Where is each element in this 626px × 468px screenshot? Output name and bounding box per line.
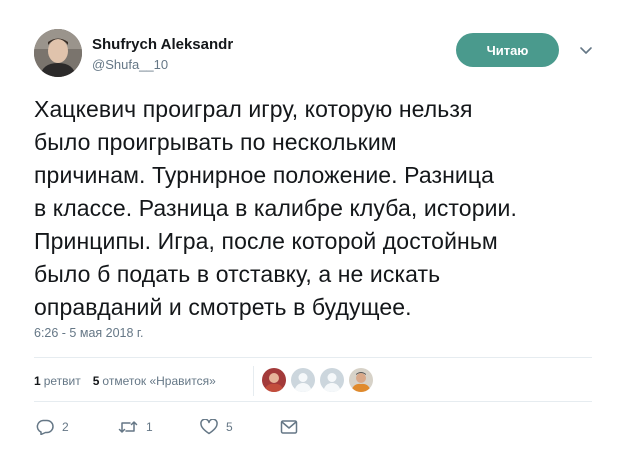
stats-separator bbox=[253, 366, 254, 396]
tweet-line: было б подать в отставку, а не искать bbox=[34, 261, 441, 287]
likes-stat[interactable]: 5 отметок «Нравится» bbox=[93, 374, 216, 388]
liker-avatar-default[interactable] bbox=[291, 368, 315, 392]
liker-avatar[interactable] bbox=[349, 368, 373, 392]
direct-message-button[interactable] bbox=[280, 419, 298, 435]
author-handle[interactable]: @Shufa__10 bbox=[92, 57, 168, 72]
tweet-line: причинам. Турнирное положение. Разница bbox=[34, 162, 495, 188]
likers-avatars bbox=[262, 368, 378, 392]
tweet-line: Хацкевич проиграл игру, которую нельзя bbox=[34, 96, 473, 122]
retweets-stat-count: 1 bbox=[34, 374, 41, 388]
author-avatar[interactable] bbox=[34, 29, 82, 77]
tweet-stats: 1 ретвит 5 отметок «Нравится» bbox=[34, 374, 228, 388]
retweets-stat[interactable]: 1 ретвит bbox=[34, 374, 81, 388]
reply-button[interactable]: 2 bbox=[36, 419, 118, 435]
tweet-timestamp[interactable]: 6:26 - 5 мая 2018 г. bbox=[34, 326, 143, 340]
heart-icon bbox=[200, 419, 218, 435]
tweet-line: Принципы. Игра, после которой достойньм bbox=[34, 228, 498, 254]
retweet-button[interactable]: 1 bbox=[118, 419, 200, 435]
likes-stat-label: отметок «Нравится» bbox=[102, 374, 216, 388]
reply-count: 2 bbox=[62, 420, 69, 434]
divider bbox=[34, 357, 592, 358]
like-count: 5 bbox=[226, 420, 233, 434]
liker-avatar[interactable] bbox=[262, 368, 286, 392]
retweet-icon bbox=[118, 419, 138, 435]
retweets-stat-label: ретвит bbox=[43, 374, 81, 388]
caret-down-icon[interactable] bbox=[578, 42, 594, 58]
divider bbox=[34, 401, 592, 402]
follow-button[interactable]: Читаю bbox=[456, 33, 559, 67]
message-icon bbox=[280, 419, 298, 435]
tweet-line: было проигрывать по нескольким bbox=[34, 129, 397, 155]
likes-stat-count: 5 bbox=[92, 374, 100, 388]
reply-icon bbox=[36, 419, 54, 435]
tweet-text: Хацкевич проиграл игру, которую нельзя б… bbox=[34, 93, 609, 324]
author-name[interactable]: Shufrych Aleksandr bbox=[92, 36, 233, 53]
liker-avatar-default[interactable] bbox=[320, 368, 344, 392]
tweet-actions: 2 1 5 bbox=[36, 419, 298, 435]
like-button[interactable]: 5 bbox=[200, 419, 280, 435]
tweet-line: в классе. Разница в калибре клуба, истор… bbox=[34, 195, 517, 221]
tweet-line: оправданий и смотреть в будущее. bbox=[34, 294, 412, 320]
retweet-count: 1 bbox=[146, 420, 153, 434]
